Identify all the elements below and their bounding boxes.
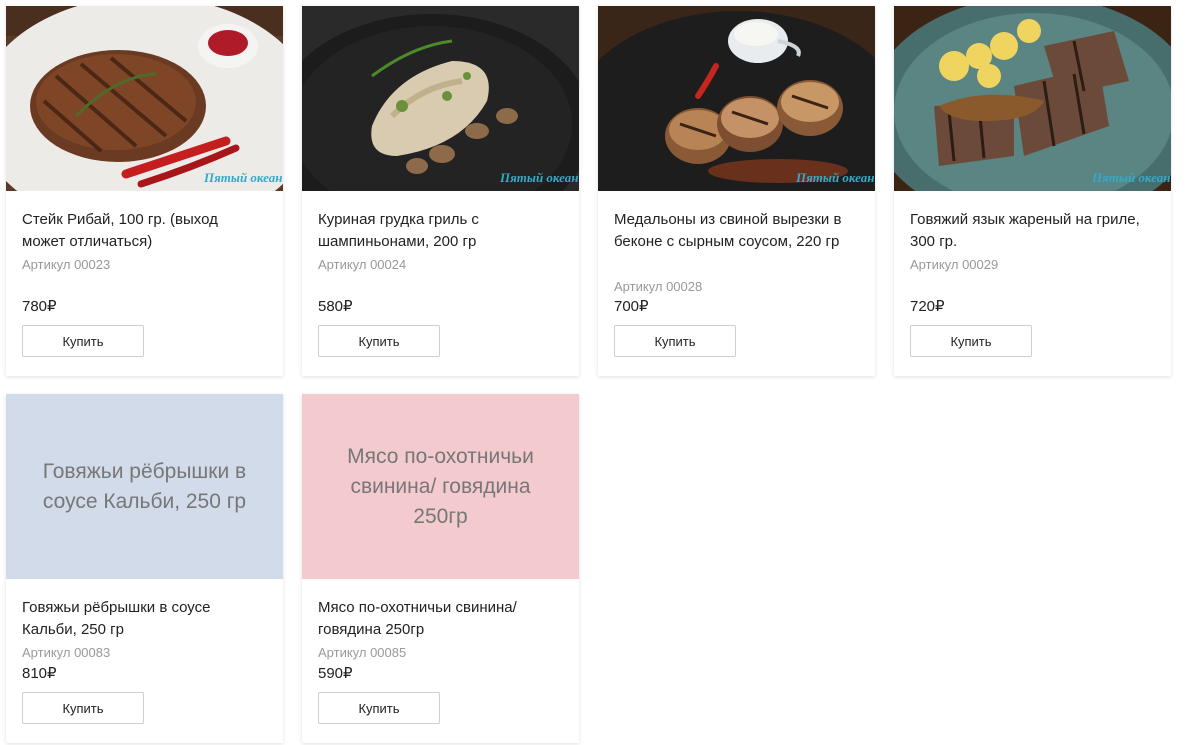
logo-watermark: Пятый океан [1091, 170, 1170, 185]
product-photo[interactable]: Пятый океан [598, 6, 875, 191]
product-sku: Артикул 00029 [910, 257, 999, 272]
product-sku: Артикул 00023 [22, 257, 111, 272]
product-title[interactable]: Куриная грудка гриль с шампиньонами, 200… [318, 209, 558, 253]
product-photo[interactable]: Пятый океан [302, 6, 579, 191]
chicken-breast-photo: Пятый океан [302, 6, 579, 191]
product-photo-placeholder[interactable]: Мясо по-охотничьи свинина/ говядина 250г… [302, 394, 579, 579]
product-price: 580₽ [318, 298, 353, 315]
buy-button[interactable]: Купить [910, 325, 1032, 357]
product-price: 810₽ [22, 665, 57, 682]
product-card[interactable]: Пятый океан Куриная грудка гриль с шампи… [302, 6, 579, 376]
product-title[interactable]: Говяжьи рёбрышки в соусе Кальби, 250 гр [22, 597, 262, 641]
product-price: 590₽ [318, 665, 353, 682]
product-price: 780₽ [22, 298, 57, 315]
product-sku: Артикул 00024 [318, 257, 407, 272]
beef-tongue-photo: Пятый океан [894, 6, 1171, 191]
product-title[interactable]: Говяжий язык жареный на гриле, 300 гр. [910, 209, 1150, 253]
ribeye-steak-photo: Пятый океан [6, 6, 283, 191]
buy-button[interactable]: Купить [318, 692, 440, 724]
product-sku: Артикул 00028 [614, 279, 703, 294]
product-photo[interactable]: Пятый океан [894, 6, 1171, 191]
buy-button[interactable]: Купить [614, 325, 736, 357]
product-card[interactable]: Пятый океан Медальоны из свиной вырезки … [598, 6, 875, 376]
product-photo-placeholder[interactable]: Говяжьи рёбрышки в соусе Кальби, 250 гр [6, 394, 283, 579]
pork-medallions-photo: Пятый океан [598, 6, 875, 191]
product-sku: Артикул 00083 [22, 645, 111, 660]
product-card[interactable]: Говяжьи рёбрышки в соусе Кальби, 250 гр … [6, 394, 283, 743]
buy-button[interactable]: Купить [22, 692, 144, 724]
logo-watermark: Пятый океан [203, 170, 282, 185]
product-card[interactable]: Пятый океан Говяжий язык жареный на грил… [894, 6, 1171, 376]
buy-button[interactable]: Купить [318, 325, 440, 357]
product-card[interactable]: Пятый океан Стейк Рибай, 100 гр. (выход … [6, 6, 283, 376]
product-title[interactable]: Мясо по-охотничьи свинина/ говядина 250г… [318, 597, 558, 641]
product-card[interactable]: Мясо по-охотничьи свинина/ говядина 250г… [302, 394, 579, 743]
logo-watermark: Пятый океан [795, 170, 874, 185]
product-title[interactable]: Медальоны из свиной вырезки в беконе с с… [614, 209, 854, 253]
product-price: 700₽ [614, 298, 649, 315]
logo-watermark: Пятый океан [499, 170, 578, 185]
product-sku: Артикул 00085 [318, 645, 407, 660]
product-price: 720₽ [910, 298, 945, 315]
buy-button[interactable]: Купить [22, 325, 144, 357]
product-title[interactable]: Стейк Рибай, 100 гр. (выход может отлича… [22, 209, 262, 253]
product-photo[interactable]: Пятый океан [6, 6, 283, 191]
